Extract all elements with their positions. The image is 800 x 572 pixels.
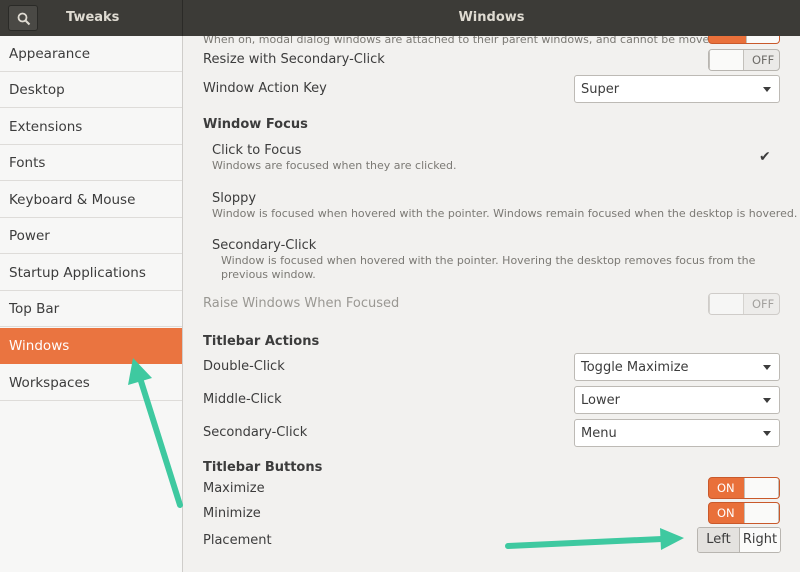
minimize-label: Minimize xyxy=(203,506,261,521)
dropdown-value: Menu xyxy=(581,426,617,441)
dropdown-value: Toggle Maximize xyxy=(581,360,689,375)
middle-click-label: Middle-Click xyxy=(203,392,282,407)
switch-state: OFF xyxy=(752,297,775,311)
search-icon xyxy=(17,12,31,26)
double-click-label: Double-Click xyxy=(203,359,285,374)
placement-left-button[interactable]: Left xyxy=(698,528,739,552)
check-icon: ✔ xyxy=(759,149,771,165)
switch-knob xyxy=(744,478,779,498)
attach-modal-description: When on, modal dialog windows are attach… xyxy=(203,36,720,46)
window-action-key-dropdown[interactable]: Super xyxy=(574,75,780,103)
dropdown-value: Super xyxy=(581,82,620,97)
resize-secondary-click-label: Resize with Secondary-Click xyxy=(203,52,385,67)
sidebar-item-desktop[interactable]: Desktop xyxy=(0,72,182,108)
raise-windows-switch[interactable]: OFF xyxy=(708,293,780,315)
search-button[interactable] xyxy=(8,5,38,31)
minimize-switch[interactable]: ON xyxy=(708,502,780,524)
placement-toggle: Left Right xyxy=(697,527,781,553)
page-title: Windows xyxy=(458,10,525,25)
sidebar-item-windows[interactable]: Windows xyxy=(0,328,182,364)
attach-modal-switch[interactable] xyxy=(708,36,780,44)
app-title: Tweaks xyxy=(66,10,120,25)
focus-option-secondary-description: Window is focused when hovered with the … xyxy=(221,254,756,281)
window-focus-heading: Window Focus xyxy=(203,117,308,132)
switch-knob xyxy=(709,50,744,70)
chevron-down-icon xyxy=(763,398,771,403)
switch-state: ON xyxy=(717,506,735,520)
settings-panel: When on, modal dialog windows are attach… xyxy=(183,36,800,572)
switch-state: ON xyxy=(717,481,735,495)
dropdown-value: Lower xyxy=(581,393,620,408)
sidebar-item-top-bar[interactable]: Top Bar xyxy=(0,291,182,327)
switch-knob xyxy=(709,294,744,314)
sidebar-item-startup-applications[interactable]: Startup Applications xyxy=(0,255,182,291)
double-click-dropdown[interactable]: Toggle Maximize xyxy=(574,353,780,381)
secondary-click-label: Secondary-Click xyxy=(203,425,308,440)
titlebar-actions-heading: Titlebar Actions xyxy=(203,334,320,349)
focus-option-click-description: Windows are focused when they are clicke… xyxy=(212,159,457,172)
resize-secondary-click-switch[interactable]: OFF xyxy=(708,49,780,71)
sidebar-item-workspaces[interactable]: Workspaces xyxy=(0,365,182,401)
chevron-down-icon xyxy=(763,431,771,436)
middle-click-dropdown[interactable]: Lower xyxy=(574,386,780,414)
sidebar-item-keyboard-mouse[interactable]: Keyboard & Mouse xyxy=(0,182,182,218)
header-bar: Tweaks Windows xyxy=(0,0,800,36)
raise-windows-label: Raise Windows When Focused xyxy=(203,296,400,311)
sidebar-item-fonts[interactable]: Fonts xyxy=(0,145,182,181)
focus-option-click-title[interactable]: Click to Focus xyxy=(212,143,301,158)
focus-option-sloppy-description: Window is focused when hovered with the … xyxy=(212,207,798,220)
titlebar-buttons-heading: Titlebar Buttons xyxy=(203,460,323,475)
focus-option-sloppy-title[interactable]: Sloppy xyxy=(212,191,256,206)
sidebar-item-appearance[interactable]: Appearance xyxy=(0,36,182,72)
placement-label: Placement xyxy=(203,533,272,548)
switch-state: OFF xyxy=(752,53,775,67)
maximize-label: Maximize xyxy=(203,481,265,496)
secondary-click-dropdown[interactable]: Menu xyxy=(574,419,780,447)
switch-knob xyxy=(744,503,779,523)
placement-right-button[interactable]: Right xyxy=(739,528,780,552)
sidebar-item-extensions[interactable]: Extensions xyxy=(0,109,182,145)
maximize-switch[interactable]: ON xyxy=(708,477,780,499)
switch-knob xyxy=(746,36,779,43)
window-action-key-label: Window Action Key xyxy=(203,81,327,96)
sidebar: Appearance Desktop Extensions Fonts Keyb… xyxy=(0,36,183,572)
sidebar-item-power[interactable]: Power xyxy=(0,218,182,254)
chevron-down-icon xyxy=(763,87,771,92)
chevron-down-icon xyxy=(763,365,771,370)
focus-option-secondary-title[interactable]: Secondary-Click xyxy=(212,238,316,253)
